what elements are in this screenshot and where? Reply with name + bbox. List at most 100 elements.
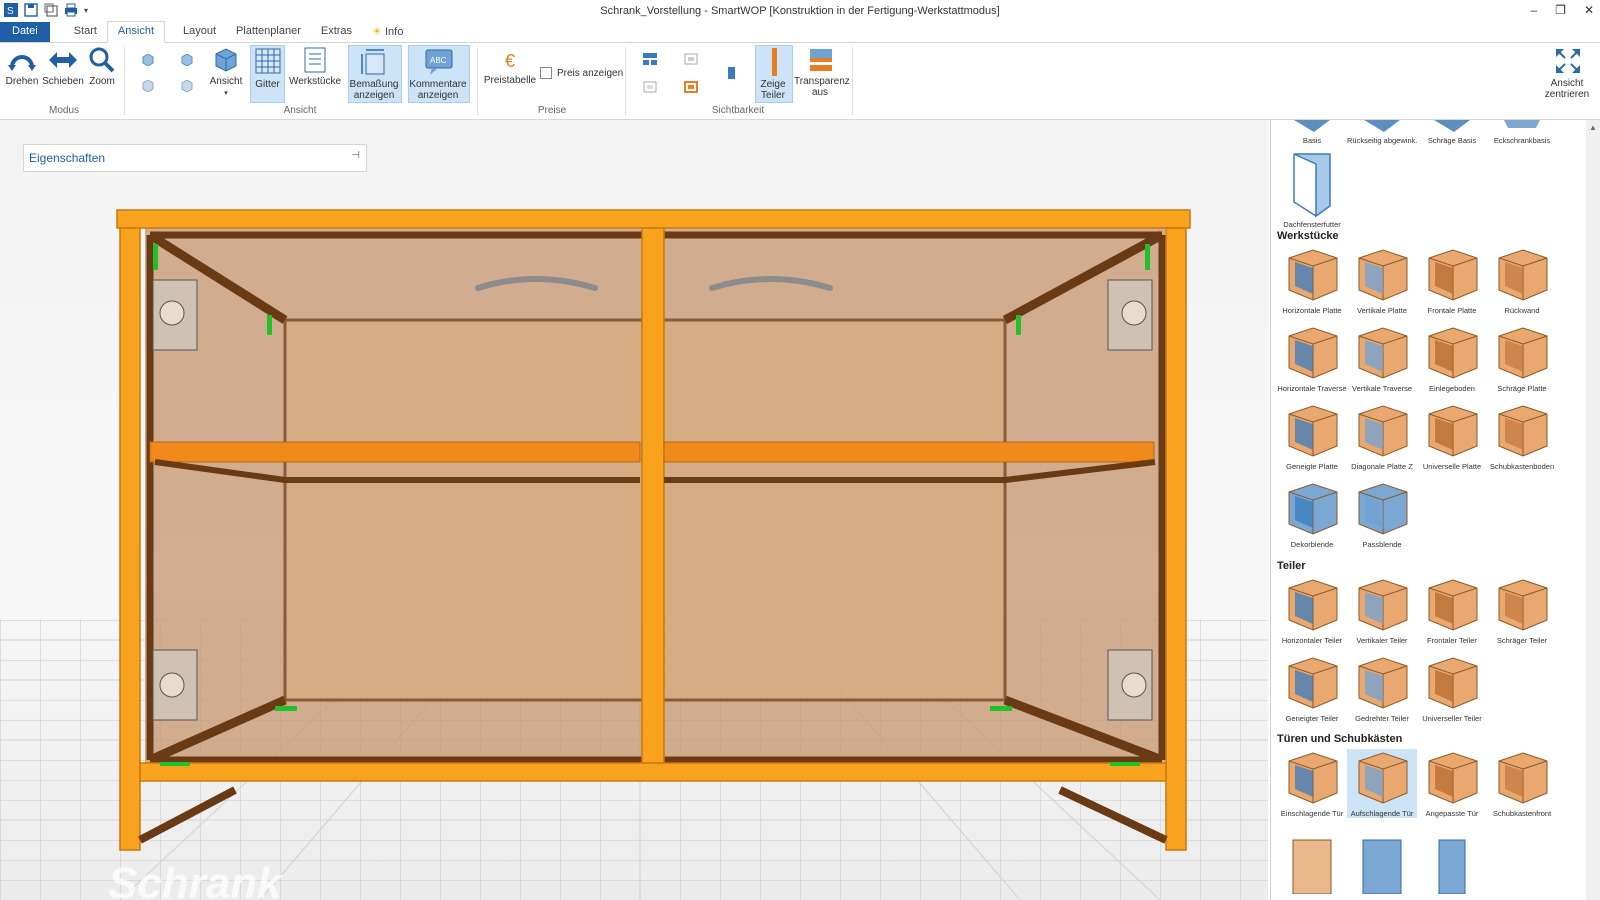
transparenz-label: Transparenz aus (794, 76, 850, 98)
tab-plattenplaner[interactable]: Plattenplaner (226, 22, 311, 42)
tab-start[interactable]: Start (64, 22, 107, 42)
library-item[interactable]: Schubkastenboden (1487, 402, 1557, 471)
transparency-icon (810, 49, 832, 71)
view-right-icon[interactable] (180, 80, 194, 92)
library-item[interactable]: Frontale Platte (1417, 246, 1487, 315)
left-side-panel[interactable] (119, 227, 141, 851)
cabinet-model[interactable] (116, 209, 1191, 851)
library-item[interactable]: Schräge Platte (1487, 324, 1557, 393)
library-item[interactable]: Geneigte Platte (1277, 402, 1347, 471)
library-item[interactable]: Schubkastenfront (1487, 749, 1557, 818)
component-label: Vertikale Traverse (1351, 384, 1413, 393)
layout-icon[interactable] (643, 53, 657, 65)
component-label: Gedrehter Teiler (1355, 714, 1409, 723)
library-item[interactable]: Einlegeboden (1417, 324, 1487, 393)
library-item[interactable]: Diagonale Platte Z (1347, 402, 1417, 471)
frame-icon[interactable] (643, 81, 657, 93)
close-button[interactable]: ✕ (1584, 3, 1594, 17)
shelf-left[interactable] (149, 441, 641, 463)
middle-divider[interactable] (641, 227, 665, 769)
kommentare-button[interactable]: ABC Kommentare anzeigen (408, 45, 470, 103)
component-label: Vertikale Platte (1356, 306, 1408, 315)
preis-anzeigen-checkbox[interactable]: Preis anzeigen (540, 67, 623, 79)
component-label: Frontaler Teiler (1427, 636, 1477, 645)
library-item[interactable] (1347, 834, 1417, 894)
library-item[interactable]: Gedrehter Teiler (1347, 654, 1417, 723)
library-item[interactable]: Schräge Basis (1417, 120, 1487, 145)
library-item[interactable]: Basis (1277, 120, 1347, 145)
right-side-panel[interactable] (1165, 227, 1187, 851)
properties-panel[interactable]: Eigenschaften ⊣ (23, 144, 367, 172)
view-back-icon[interactable] (180, 54, 194, 66)
tab-ansicht[interactable]: Ansicht (106, 21, 165, 43)
preistabelle-button[interactable]: € Preistabelle (482, 47, 538, 97)
scroll-up-icon[interactable]: ▲ (1589, 123, 1597, 132)
title-bar: S ▾ Schrank_Vorstellung - SmartWOP [Kons… (0, 0, 1600, 22)
library-item[interactable]: Vertikaler Teiler (1347, 576, 1417, 645)
library-item[interactable]: Dachfensterfutter (1277, 152, 1347, 229)
door-icon[interactable] (724, 67, 738, 79)
orange-frame-icon[interactable] (684, 81, 698, 93)
library-item[interactable]: Horizontale Platte (1277, 246, 1347, 315)
library-item[interactable]: Passblende (1347, 480, 1417, 549)
transparenz-button[interactable]: Transparenz aus (794, 47, 850, 101)
library-item[interactable]: Vertikale Platte (1347, 246, 1417, 315)
library-item[interactable]: Rückwand (1487, 246, 1557, 315)
component-label: Horizontaler Teiler (1281, 636, 1343, 645)
panel-outline-icon[interactable] (684, 53, 698, 65)
library-item[interactable]: Aufschlagende Tür (1347, 749, 1417, 818)
component-icon (1487, 402, 1557, 460)
library-item[interactable]: Einschlagende Tür (1277, 749, 1347, 818)
library-item[interactable] (1417, 834, 1487, 894)
ansicht-button[interactable]: Ansicht ▾ (208, 47, 244, 99)
shelf-right[interactable] (663, 441, 1155, 463)
library-item[interactable]: Angepasste Tür (1417, 749, 1487, 818)
component-icon (1487, 246, 1557, 304)
minimize-button[interactable]: – (1530, 3, 1537, 17)
gitter-button[interactable]: Gitter (250, 45, 285, 103)
comment-icon: ABC (425, 49, 453, 75)
panel-scrollbar[interactable]: ▲ (1586, 120, 1600, 900)
library-item[interactable]: Schräger Teiler (1487, 576, 1557, 645)
3d-viewport[interactable]: Schrank Eigenschaften ⊣ (0, 120, 1268, 900)
checkbox-box[interactable] (540, 67, 552, 79)
zeige-teiler-button[interactable]: Zeige Teiler (755, 45, 793, 103)
tab-datei[interactable]: Datei (0, 22, 50, 42)
component-icon (1277, 324, 1347, 382)
library-item[interactable] (1277, 834, 1347, 894)
cabinet-piece-icon (1362, 839, 1402, 894)
restore-button[interactable]: ❐ (1555, 3, 1566, 17)
scene-3d[interactable]: Schrank (0, 120, 1268, 900)
bottom-panel[interactable] (139, 762, 1167, 782)
schieben-button[interactable]: Schieben (42, 47, 84, 93)
library-item[interactable]: Horizontaler Teiler (1277, 576, 1347, 645)
bemassung-button[interactable]: Bemaßung anzeigen (348, 45, 402, 103)
library-item[interactable]: Universelle Platte (1417, 402, 1487, 471)
zoom-button[interactable]: Zoom (86, 47, 118, 93)
werkstuecke-button[interactable]: Werkstücke (288, 47, 342, 99)
library-item[interactable]: Vertikale Traverse (1347, 324, 1417, 393)
pin-icon[interactable]: ⊣ (351, 150, 360, 161)
library-item[interactable]: Horizontale Traverse (1277, 324, 1347, 393)
tab-extras[interactable]: Extras (311, 22, 362, 42)
library-item[interactable]: Dekorblende (1277, 480, 1347, 549)
component-icon (1277, 480, 1347, 538)
drehen-label: Drehen (5, 76, 39, 87)
view-front-icon[interactable] (141, 54, 155, 66)
move-icon (49, 52, 77, 68)
top-panel[interactable] (116, 209, 1191, 229)
library-item[interactable]: Geneigter Teiler (1277, 654, 1347, 723)
view-left-icon[interactable] (141, 80, 155, 92)
library-item[interactable]: Eckschrankbasis (1487, 120, 1557, 145)
ansicht-zentrieren-button[interactable]: Ansicht zentrieren (1540, 47, 1596, 103)
drehen-button[interactable]: Drehen (4, 47, 40, 93)
group-label-sichtbarkeit: Sichtbarkeit (711, 105, 765, 116)
library-item[interactable]: Rückseitig abgewink... (1347, 120, 1417, 145)
tab-info[interactable]: ☀ Info (362, 22, 413, 42)
library-item[interactable]: Universeller Teiler (1417, 654, 1487, 723)
component-icon (1347, 324, 1417, 382)
library-item[interactable]: Frontaler Teiler (1417, 576, 1487, 645)
component-label: Vertikaler Teiler (1356, 636, 1408, 645)
separator (625, 47, 626, 115)
tab-layout[interactable]: Layout (173, 22, 226, 42)
